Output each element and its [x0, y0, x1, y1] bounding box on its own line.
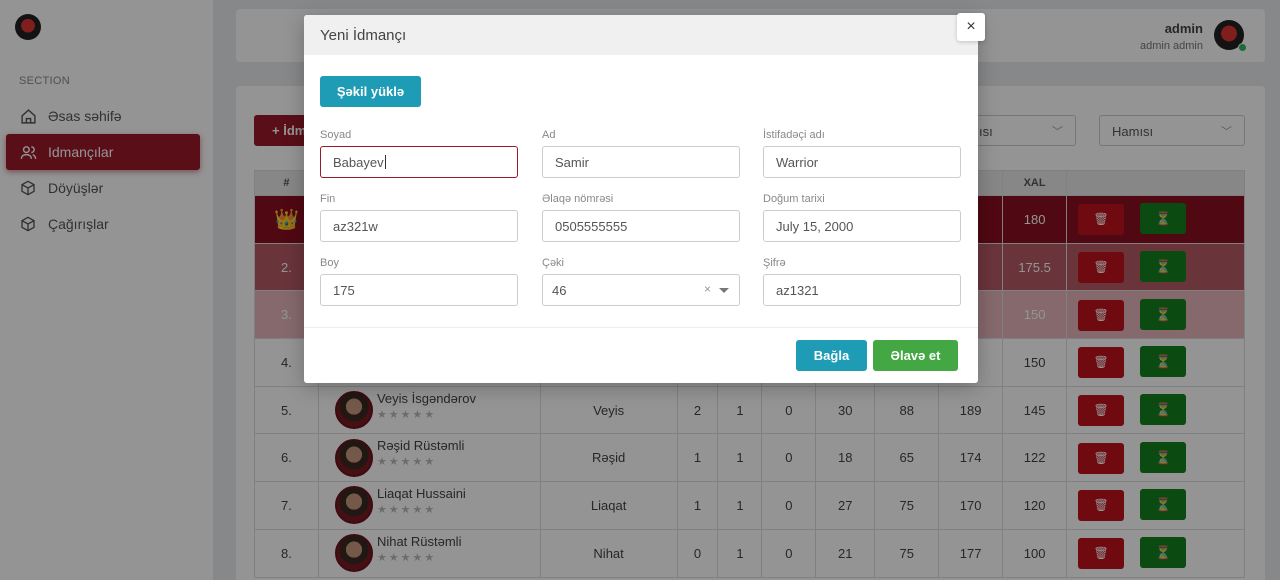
text-cursor	[384, 155, 386, 169]
username-label: İstifadəçi adı	[763, 129, 825, 141]
name-label: Ad	[542, 129, 556, 141]
password-label: Şifrə	[763, 257, 786, 269]
upload-photo-button[interactable]: Şəkil yüklə	[320, 76, 421, 107]
close-button[interactable]: Bağla	[796, 340, 867, 371]
surname-field[interactable]: Babayev	[320, 146, 518, 178]
modal-title: Yeni İdmançı	[304, 15, 978, 55]
weight-label: Çəki	[542, 257, 565, 269]
birthdate-label: Doğum tarixi	[763, 193, 825, 205]
phone-field[interactable]: 0505555555	[542, 210, 740, 242]
add-button[interactable]: Əlavə et	[873, 340, 958, 371]
fin-field[interactable]: az321w	[320, 210, 518, 242]
name-field[interactable]: Samir	[542, 146, 740, 178]
clear-icon[interactable]: ×	[704, 282, 711, 296]
height-label: Boy	[320, 257, 339, 269]
caret-down-icon[interactable]	[719, 288, 729, 293]
birthdate-field[interactable]: July 15, 2000	[763, 210, 961, 242]
surname-value: Babayev	[333, 155, 384, 170]
weight-value: 46	[552, 283, 567, 298]
fin-label: Fin	[320, 193, 336, 205]
weight-select[interactable]: 46 ×	[542, 274, 740, 306]
surname-label: Soyad	[320, 129, 352, 141]
username-field[interactable]: Warrior	[763, 146, 961, 178]
phone-label: Əlaqə nömrəsi	[542, 193, 614, 205]
height-field[interactable]: 175	[320, 274, 518, 306]
new-athlete-modal: Yeni İdmançı Şəkil yüklə Soyad Babayev A…	[304, 15, 978, 383]
modal-close-icon[interactable]: ×	[957, 13, 985, 41]
modal-divider	[304, 327, 978, 328]
password-field[interactable]: az1321	[763, 274, 961, 306]
